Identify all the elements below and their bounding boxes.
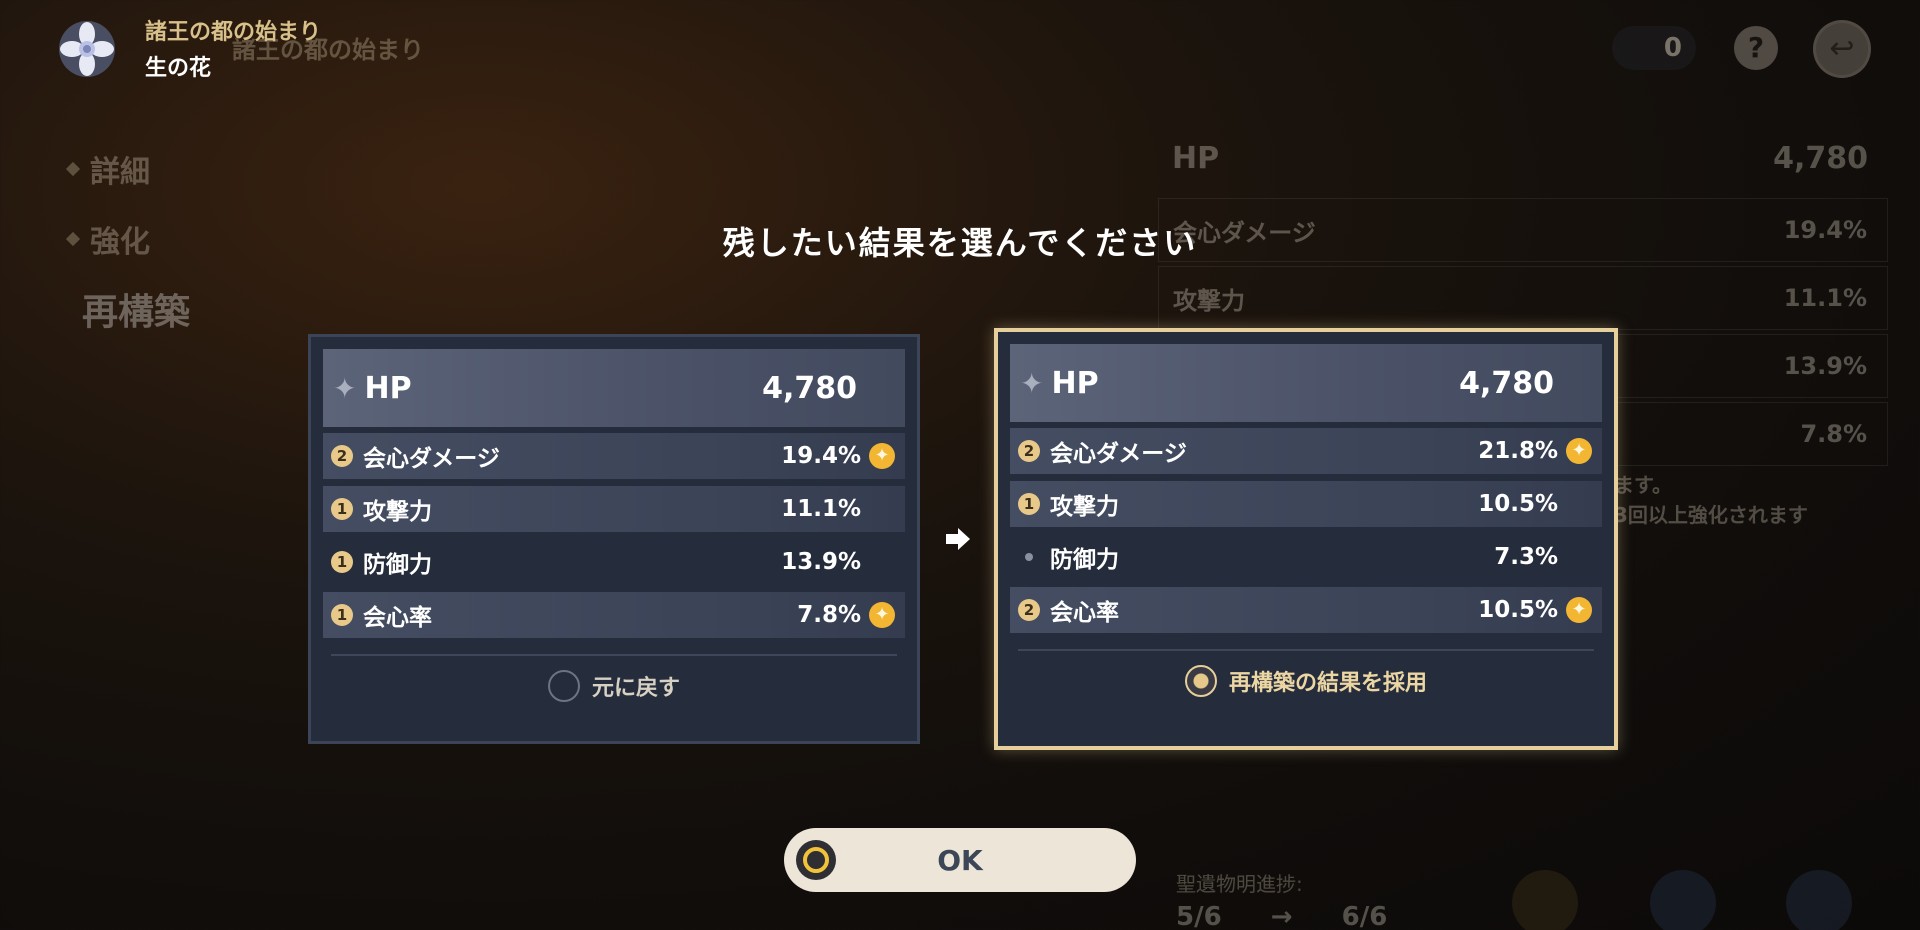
arrow-right-icon: →: [1270, 902, 1293, 930]
sparkle-icon: ✦: [333, 371, 357, 405]
substat-row: 防御力 7.3%: [1010, 534, 1602, 580]
main-stat-value: 4,780: [762, 370, 857, 406]
background-progress: 5/6 → 6/6: [1176, 902, 1387, 930]
substat-value: 11.1%: [781, 496, 861, 522]
radio-button-selected[interactable]: [1184, 665, 1217, 697]
substat-name: 会心ダメージ: [363, 446, 500, 472]
back-icon[interactable]: ↩: [1813, 20, 1871, 78]
stat-value: 11.1%: [1783, 284, 1867, 312]
main-stat: ✦ HP 4,780: [323, 349, 905, 427]
substat-name: 会心率: [363, 605, 432, 631]
reforge-circle-icon: [1512, 870, 1578, 930]
circle-button-icon: [796, 840, 836, 880]
substat-row: 2 会心ダメージ 21.8% ✦: [1010, 428, 1602, 474]
currency-count: 0: [1663, 33, 1682, 63]
substat-name: 攻撃力: [363, 499, 432, 525]
stat-name: HP: [1172, 140, 1220, 176]
substat-value: 7.3%: [1494, 544, 1558, 570]
option-label: 再構築の結果を採用: [1228, 671, 1427, 696]
sparkle-icon: ✦: [1020, 366, 1044, 400]
crit-star-icon: ✦: [1566, 597, 1592, 623]
main-stat-name: HP: [364, 370, 412, 406]
original-result-card[interactable]: ✦ HP 4,780 2 会心ダメージ 19.4% ✦ 1 攻撃力 11.1% …: [308, 334, 920, 744]
roll-count-badge: 2: [1018, 440, 1040, 462]
roll-count-badge: 2: [1018, 599, 1040, 621]
flower-artifact-icon: [54, 16, 120, 82]
radio-button[interactable]: [547, 670, 580, 702]
artifact-slot-name: 生の花: [145, 56, 212, 81]
background-stat-row: HP 4,780: [1158, 128, 1888, 188]
background-stat-row: 攻撃力 11.1%: [1158, 266, 1888, 330]
substat-row: 2 会心ダメージ 19.4% ✦: [323, 433, 905, 479]
roll-count-badge: 1: [1018, 493, 1040, 515]
diamond-icon: [65, 161, 81, 177]
nav-item-details: 詳細: [65, 134, 190, 204]
note-line: 3回以上強化されます: [1614, 503, 1808, 527]
zero-roll-dot: [1018, 546, 1040, 568]
reforged-result-card[interactable]: ✦ HP 4,780 2 会心ダメージ 21.8% ✦ 1 攻撃力 10.5% …: [994, 328, 1618, 750]
adopt-reforge-option[interactable]: 再構築の結果を採用: [1010, 665, 1602, 697]
substat-name: 攻撃力: [1050, 494, 1119, 520]
substat-row: 1 防御力 13.9%: [323, 539, 905, 585]
substat-value: 10.5%: [1478, 491, 1558, 517]
artifact-swap-circle-icon: [1786, 870, 1852, 930]
divider: [1018, 649, 1594, 651]
main-stat-value: 4,780: [1459, 365, 1554, 401]
main-stat: ✦ HP 4,780: [1010, 344, 1602, 422]
substat-name: 会心率: [1050, 600, 1119, 626]
roll-count-badge: 2: [331, 445, 353, 467]
currency-counter: 0: [1612, 26, 1696, 70]
substat-value: 10.5%: [1478, 597, 1558, 623]
stat-value: 13.9%: [1783, 352, 1867, 380]
stat-name: 攻撃力: [1173, 286, 1245, 315]
substat-row: 1 攻撃力 11.1%: [323, 486, 905, 532]
background-note: ます。 3回以上強化されます: [1614, 470, 1808, 530]
arrow-right-icon: [944, 526, 972, 552]
progress-from: 5/6: [1176, 902, 1222, 930]
revert-option[interactable]: 元に戻す: [323, 670, 905, 702]
stat-value: 7.8%: [1800, 420, 1867, 448]
roll-count-badge: 1: [331, 604, 353, 626]
ok-label: OK: [937, 843, 983, 877]
background-screen: 諸王の都の始まり 詳細 強化 再構築 HP 4,780 会心ダメージ 19.4%…: [0, 0, 1920, 930]
help-icon[interactable]: ?: [1734, 26, 1778, 70]
artifact-circle-icon: [1650, 870, 1716, 930]
dialog-title: 残したい結果を選んでください: [722, 224, 1198, 262]
crit-star-icon: ✦: [869, 443, 895, 469]
main-stat-name: HP: [1051, 365, 1099, 401]
nav-item-label: 再構築: [82, 292, 191, 333]
roll-count-badge: 1: [331, 498, 353, 520]
divider: [331, 654, 897, 656]
substat-row: 2 会心率 10.5% ✦: [1010, 587, 1602, 633]
nav-item-reforge: 再構築: [68, 274, 190, 344]
substat-name: 防御力: [363, 552, 432, 578]
substat-value: 13.9%: [781, 549, 861, 575]
crit-star-icon: ✦: [1566, 438, 1592, 464]
crit-star-icon: ✦: [869, 602, 895, 628]
ok-button[interactable]: OK: [784, 828, 1136, 892]
substat-name: 会心ダメージ: [1050, 441, 1187, 467]
note-line: ます。: [1614, 473, 1672, 497]
substat-value: 21.8%: [1478, 438, 1558, 464]
substat-value: 7.8%: [797, 602, 861, 628]
progress-to: 6/6: [1341, 902, 1388, 930]
substat-value: 19.4%: [781, 443, 861, 469]
nav-item-label: 詳細: [90, 155, 150, 190]
background-progress-label: 聖遺物明進捗:: [1176, 872, 1303, 896]
substat-row: 1 攻撃力 10.5%: [1010, 481, 1602, 527]
option-label: 元に戻す: [591, 676, 680, 701]
stat-value: 4,780: [1773, 140, 1868, 176]
substat-row: 1 会心率 7.8% ✦: [323, 592, 905, 638]
substat-name: 防御力: [1050, 547, 1119, 573]
roll-count-badge: 1: [331, 551, 353, 573]
artifact-set-name: 諸王の都の始まり: [145, 20, 322, 45]
